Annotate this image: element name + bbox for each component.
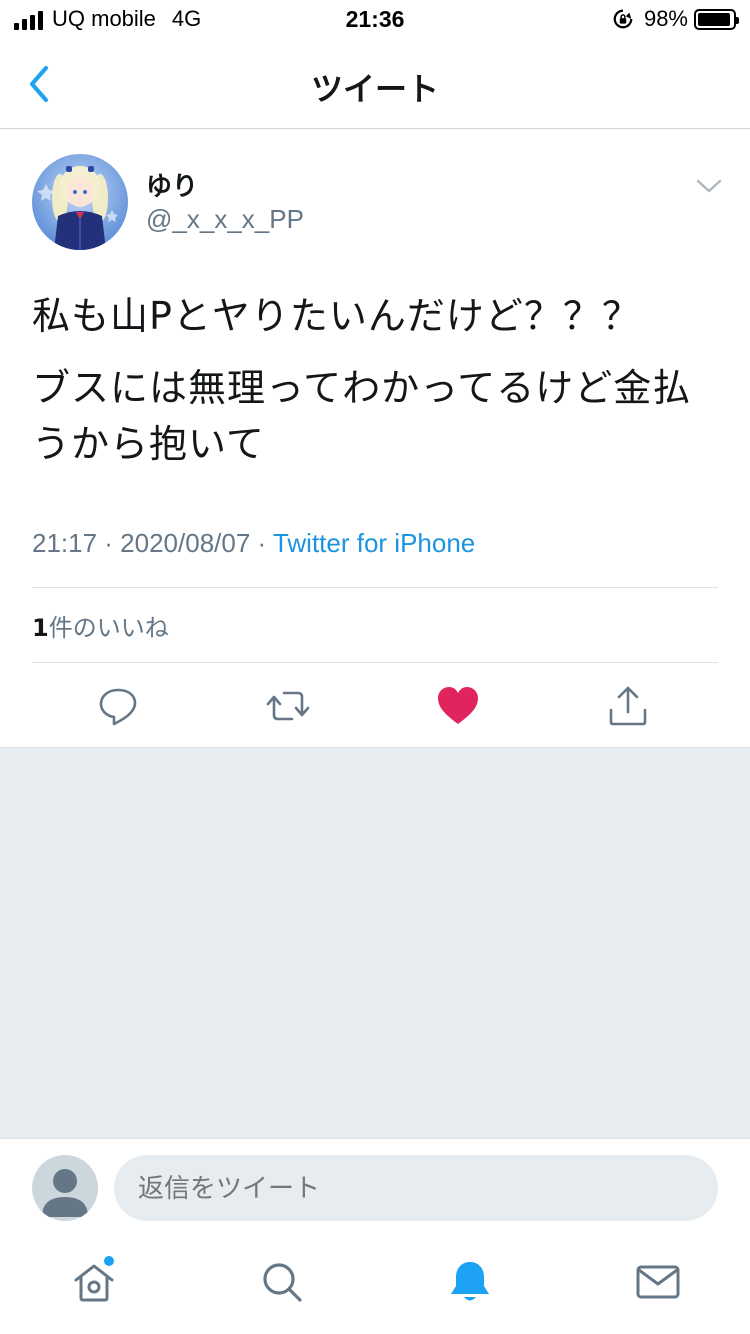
battery-icon [694,8,739,30]
default-avatar-icon [42,1169,88,1217]
avatar-image [32,154,128,250]
search-icon[interactable] [258,1258,306,1306]
retweet-icon[interactable] [266,684,310,728]
tab-bar [0,1238,750,1334]
tweet-text-line: 私も山Pとヤりたいんだけど？？？ [32,294,641,338]
reply-bar [0,1138,750,1238]
reply-input[interactable] [114,1155,718,1221]
notifications-icon[interactable] [446,1258,494,1306]
battery-percent: 98% [643,6,688,31]
divider [32,587,718,588]
tweet-actions [0,680,750,730]
tweet-detail: ゆり @_x_x_x_PP 私も山Pとヤりたいんだけど？？？ ブスには無理ってわ… [0,130,750,748]
page-title: ツイート [310,70,439,108]
current-user-avatar[interactable] [32,1155,98,1221]
status-right: 98% [612,6,739,32]
reply-icon[interactable] [96,684,140,728]
messages-icon[interactable] [634,1258,682,1306]
nav-bar: ツイート [0,40,750,129]
display-name[interactable]: ゆり [146,166,198,203]
tweet-meta: 21:17 · 2020/08/07 · Twitter for iPhone [32,528,475,559]
tweet-text-line: ブスには無理ってわかってるけど金払うから抱いて [32,366,692,466]
chevron-down-icon[interactable] [694,174,724,198]
tweet-text: 私も山Pとヤりたいんだけど？？？ ブスには無理ってわかってるけど金払うから抱いて [32,288,722,488]
share-icon[interactable] [606,684,650,728]
heart-icon[interactable] [436,684,480,728]
rotation-lock-icon [613,9,633,29]
likes-summary[interactable]: 1件のいいね [32,608,169,643]
likes-count: 1 [32,614,49,642]
user-handle[interactable]: @_x_x_x_PP [146,204,304,235]
home-unread-dot [104,1256,114,1266]
avatar[interactable] [32,154,128,250]
tweet-timestamp: 21:17 · 2020/08/07 · [32,528,273,558]
status-bar: UQ mobile 4G 21:36 98% [0,0,750,40]
replies-area [0,748,750,1138]
likes-label: 件のいいね [48,614,169,642]
tweet-source-link[interactable]: Twitter for iPhone [273,528,475,558]
divider [32,662,718,663]
